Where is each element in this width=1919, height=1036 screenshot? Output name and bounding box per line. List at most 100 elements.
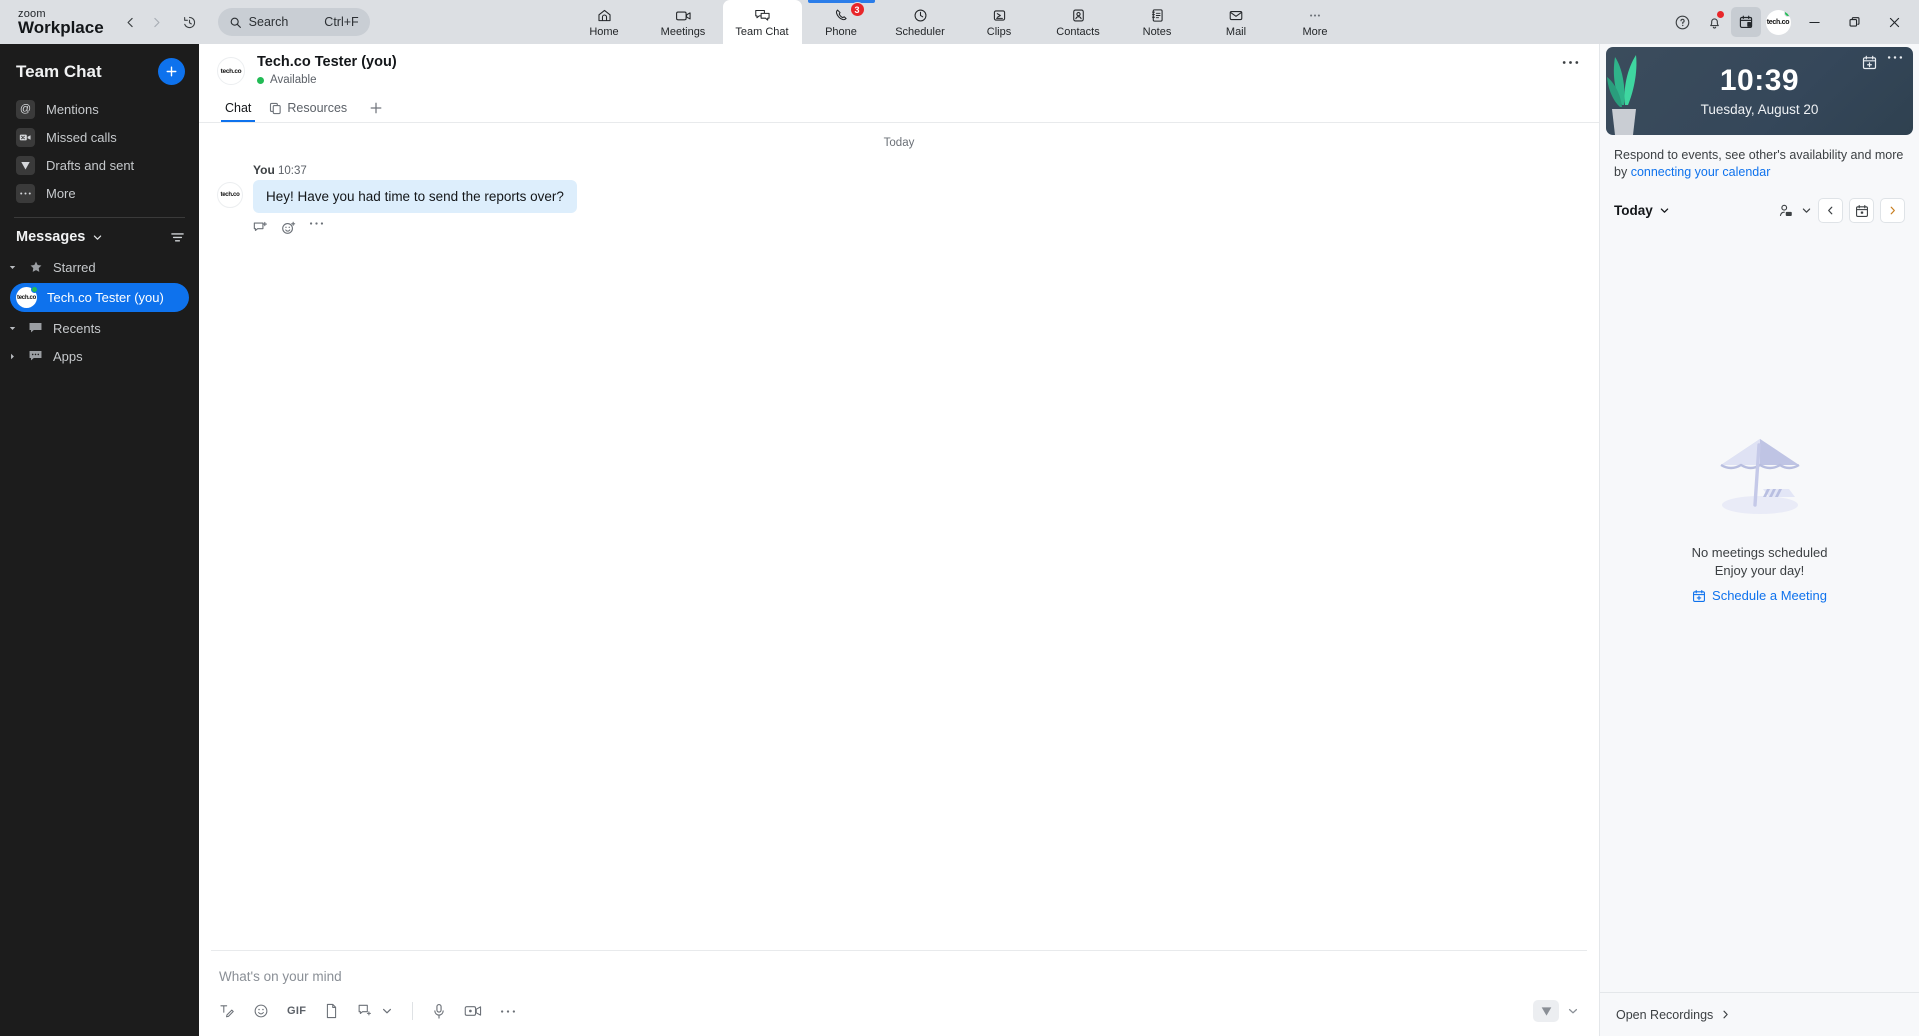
- search-icon: [229, 16, 242, 29]
- connect-calendar-link[interactable]: connecting your calendar: [1631, 165, 1771, 179]
- video-camera-icon: [674, 6, 693, 25]
- tab-resources[interactable]: Resources: [261, 97, 355, 122]
- at-mention-icon: @: [16, 100, 35, 119]
- tab-mail[interactable]: Mail: [1197, 0, 1276, 44]
- add-calendar-icon: [1692, 589, 1706, 603]
- notes-icon: [1149, 6, 1166, 25]
- messages-section-header[interactable]: Messages: [0, 218, 199, 253]
- tab-meetings[interactable]: Meetings: [644, 0, 723, 44]
- sidebar-item-label: Drafts and sent: [46, 158, 134, 173]
- message-input[interactable]: What's on your mind: [211, 951, 1587, 994]
- gif-icon[interactable]: GIF: [287, 1005, 306, 1017]
- forward-button[interactable]: [144, 9, 170, 35]
- tab-more[interactable]: More: [1276, 0, 1355, 44]
- page-title: Tech.co Tester (you): [257, 54, 397, 70]
- titlebar-right-cluster: tech.co: [1667, 5, 1919, 39]
- minimize-button[interactable]: [1795, 5, 1833, 39]
- chevron-down-icon[interactable]: [92, 232, 103, 243]
- sidebar-item-missed-calls[interactable]: Missed calls: [0, 123, 199, 151]
- sidebar-chat-tech-co-tester[interactable]: tech.co Tech.co Tester (you): [10, 283, 189, 312]
- avatar-label: tech.co: [221, 192, 240, 198]
- toolbar-divider: [412, 1002, 413, 1020]
- chat-main-panel: tech.co Tech.co Tester (you) Available C…: [199, 44, 1599, 1036]
- open-recordings-row[interactable]: Open Recordings: [1600, 992, 1919, 1036]
- restore-button[interactable]: [1835, 5, 1873, 39]
- tab-home[interactable]: Home: [565, 0, 644, 44]
- tab-clips-label: Clips: [987, 26, 1011, 38]
- avatar: tech.co: [16, 287, 37, 308]
- chevron-down-icon[interactable]: [1801, 205, 1812, 216]
- calendar-toolbar-actions: [1778, 198, 1905, 223]
- clips-play-icon: [991, 6, 1008, 25]
- new-chat-button[interactable]: [158, 58, 185, 85]
- calendar-icon[interactable]: [1849, 198, 1874, 223]
- next-day-button[interactable]: [1880, 198, 1905, 223]
- send-button[interactable]: [1533, 1000, 1559, 1022]
- sidebar-item-label: More: [46, 186, 76, 201]
- send-options-chevron-down-icon[interactable]: [1567, 1005, 1579, 1017]
- sidebar-item-more[interactable]: More: [0, 179, 199, 207]
- search-placeholder: Search: [249, 15, 318, 29]
- message-time: 10:37: [278, 165, 307, 177]
- sidebar-item-drafts-and-sent[interactable]: Drafts and sent: [0, 151, 199, 179]
- calendar-icon[interactable]: [1731, 7, 1761, 37]
- chevron-down-icon[interactable]: [381, 1005, 393, 1017]
- tab-phone[interactable]: 3 Phone: [802, 0, 881, 44]
- add-tab-button[interactable]: [357, 99, 395, 121]
- sidebar-group-apps[interactable]: Apps: [0, 342, 199, 370]
- message-actions: [253, 221, 1599, 235]
- message-row: tech.co Hey! Have you had time to send t…: [217, 180, 1599, 213]
- tab-team-chat-label: Team Chat: [735, 26, 788, 38]
- tab-team-chat[interactable]: Team Chat: [723, 0, 802, 44]
- more-ellipsis-icon[interactable]: [309, 221, 324, 235]
- format-text-icon[interactable]: [219, 1003, 235, 1019]
- tab-contacts[interactable]: Contacts: [1039, 0, 1118, 44]
- user-avatar[interactable]: tech.co: [1763, 7, 1793, 37]
- chat-header-identity: tech.co Tech.co Tester (you) Available: [217, 54, 1581, 86]
- file-attach-icon[interactable]: [324, 1003, 339, 1019]
- message-bubble[interactable]: Hey! Have you had time to send the repor…: [253, 180, 577, 213]
- search-input[interactable]: Search Ctrl+F: [218, 8, 370, 36]
- ellipsis-icon[interactable]: [1887, 55, 1903, 70]
- phone-unread-badge: 3: [850, 2, 865, 17]
- empty-state-line1: No meetings scheduled: [1692, 545, 1828, 560]
- tab-clips[interactable]: Clips: [960, 0, 1039, 44]
- sidebar-item-label: Missed calls: [46, 130, 117, 145]
- add-calendar-icon[interactable]: [1862, 55, 1877, 70]
- video-clip-icon[interactable]: [464, 1004, 482, 1018]
- reply-bubble-icon[interactable]: [253, 221, 268, 235]
- sidebar-title: Team Chat: [16, 62, 102, 82]
- tab-notes-label: Notes: [1143, 26, 1172, 38]
- close-button[interactable]: [1875, 5, 1913, 39]
- message-meta: You 10:37: [253, 163, 1599, 177]
- current-date: Tuesday, August 20: [1701, 102, 1819, 117]
- back-button[interactable]: [118, 9, 144, 35]
- filter-icon[interactable]: [170, 231, 185, 244]
- schedule-meeting-link[interactable]: Schedule a Meeting: [1692, 588, 1827, 603]
- status-badge: Available: [257, 74, 397, 86]
- screenshot-icon[interactable]: [357, 1003, 373, 1019]
- emoji-icon[interactable]: [253, 1003, 269, 1019]
- resources-copy-icon: [269, 102, 282, 115]
- chat-options-button[interactable]: [1562, 60, 1579, 65]
- ellipsis-icon: [1306, 6, 1324, 25]
- tab-mail-label: Mail: [1226, 26, 1246, 38]
- sidebar-group-starred[interactable]: Starred: [0, 253, 199, 281]
- previous-day-button[interactable]: [1818, 198, 1843, 223]
- tab-notes[interactable]: Notes: [1118, 0, 1197, 44]
- notifications-bell-icon[interactable]: [1699, 7, 1729, 37]
- chat-bubbles-icon: [753, 6, 772, 25]
- tab-chat[interactable]: Chat: [217, 97, 259, 122]
- microphone-icon[interactable]: [432, 1003, 446, 1020]
- today-selector[interactable]: Today: [1614, 203, 1670, 218]
- person-availability-icon[interactable]: [1778, 203, 1795, 219]
- add-reaction-icon[interactable]: [281, 221, 296, 235]
- tab-scheduler[interactable]: Scheduler: [881, 0, 960, 44]
- more-ellipsis-icon[interactable]: [500, 1009, 516, 1014]
- titlebar-left-cluster: zoom Workplace Search Ctrl+F: [0, 8, 370, 36]
- help-question-icon[interactable]: [1667, 7, 1697, 37]
- active-window-indicator: [808, 0, 875, 3]
- sidebar-item-mentions[interactable]: @ Mentions: [0, 95, 199, 123]
- sidebar-group-recents[interactable]: Recents: [0, 314, 199, 342]
- history-icon[interactable]: [176, 8, 204, 36]
